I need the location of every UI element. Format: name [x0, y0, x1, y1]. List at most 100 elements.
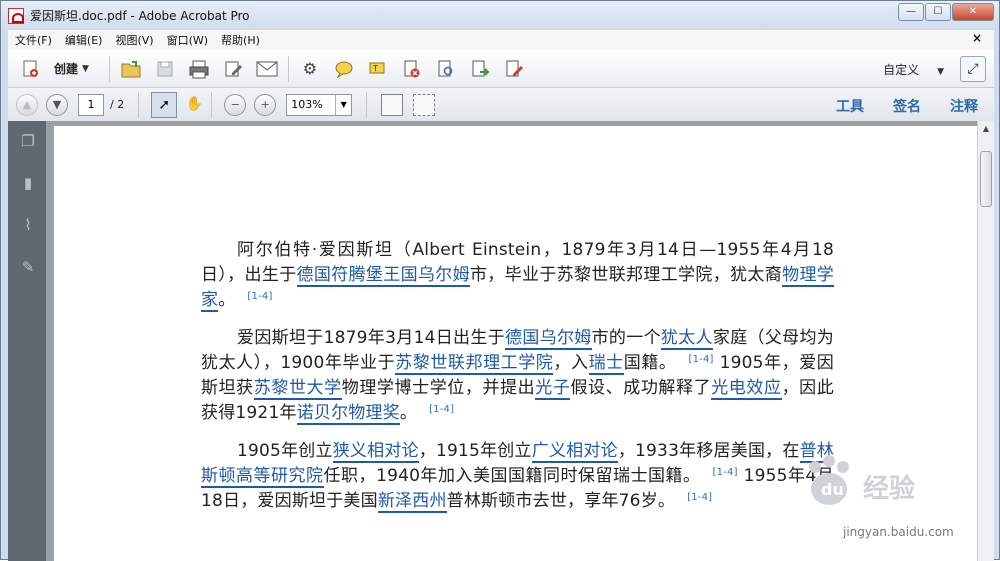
page-number-input[interactable]: 1: [78, 93, 104, 116]
fit-width-icon[interactable]: [413, 93, 436, 116]
gear-icon[interactable]: ⚙: [299, 58, 321, 80]
search-document-icon[interactable]: [435, 58, 457, 80]
toolbar-divider: [366, 91, 368, 118]
hyperlink[interactable]: 光电效应: [711, 378, 782, 400]
navigation-sidebar: ❐ ▮ ⌇ ✎: [8, 121, 46, 561]
menu-file[interactable]: 文件(F): [15, 32, 52, 48]
svg-text:du: du: [821, 480, 844, 499]
watermark-url: jingyan.baidu.com: [843, 525, 954, 539]
body-text: 任职，1940年加入美国国籍同时保留瑞士国籍。: [323, 466, 701, 486]
menu-window[interactable]: 窗口(W): [167, 32, 208, 48]
menu-help[interactable]: 帮助(H): [221, 32, 260, 48]
edit-document-icon[interactable]: [222, 58, 244, 80]
body-text: 假设、成功解释了: [570, 378, 712, 398]
next-page-button[interactable]: ▼: [46, 93, 68, 116]
hyperlink[interactable]: 犹太人: [660, 328, 713, 350]
menu-edit[interactable]: 编辑(E): [65, 32, 103, 48]
highlight-text-icon[interactable]: T: [367, 58, 389, 80]
tab-comment[interactable]: 注释: [950, 96, 978, 116]
create-label: 创建: [54, 62, 79, 76]
body-text: 爱因斯坦于1879年3月14日出生于: [237, 328, 505, 348]
body-text: 市，毕业于苏黎世联邦理工学院，犹太裔: [469, 265, 783, 285]
hyperlink[interactable]: 光子: [535, 378, 571, 400]
paragraph-1: 阿尔伯特·爱因斯坦（Albert Einstein，1879年3月14日—195…: [201, 238, 834, 313]
bookmark-icon[interactable]: ▮: [18, 173, 38, 193]
page-thumbnails-icon[interactable]: ❐: [18, 131, 38, 151]
svg-text:T: T: [372, 64, 378, 73]
delete-page-icon[interactable]: [401, 58, 423, 80]
page-total: / 2: [110, 98, 125, 111]
hyperlink[interactable]: 苏黎世大学: [253, 378, 342, 400]
toolbar-divider: [138, 91, 140, 118]
toolbar-divider: [211, 91, 213, 118]
body-text: 。: [218, 290, 236, 310]
close-window-button[interactable]: ✕: [952, 3, 994, 21]
citation-link[interactable]: [1-4]: [429, 404, 454, 415]
body-text: 市的一个: [591, 328, 661, 348]
window-controls: — ☐ ✕: [897, 3, 994, 21]
tab-tools[interactable]: 工具: [836, 96, 864, 116]
hyperlink[interactable]: 新泽西州: [377, 491, 447, 513]
baidu-watermark-logo: du 经验: [793, 445, 973, 515]
select-tool-icon[interactable]: ➚: [151, 91, 178, 118]
body-text: 1905年创立: [237, 441, 333, 461]
pdf-app-icon: [8, 7, 24, 24]
expand-icon[interactable]: ⤢: [960, 56, 986, 82]
maximize-button[interactable]: ☐: [925, 3, 951, 21]
body-text: ，1933年移居美国，在: [617, 441, 800, 461]
menu-view[interactable]: 视图(V): [115, 32, 153, 48]
chevron-down-icon: ▼: [937, 67, 944, 77]
hyperlink[interactable]: 狭义相对论: [332, 441, 419, 463]
acrobat-window: 爱因斯坦.doc.pdf - Adobe Acrobat Pro — ☐ ✕ 文…: [0, 0, 1000, 561]
scroll-up-icon[interactable]: ▲: [978, 121, 994, 137]
customize-label: 自定义: [883, 63, 920, 77]
hyperlink[interactable]: 广义相对论: [531, 441, 618, 463]
citation-link[interactable]: [1-4]: [713, 467, 738, 478]
export-icon[interactable]: [469, 58, 491, 80]
citation-link[interactable]: [1-4]: [687, 492, 712, 503]
chevron-down-icon: ▼: [82, 63, 89, 74]
body-text: 国籍。: [623, 353, 677, 373]
svg-text:经验: 经验: [863, 473, 915, 504]
hyperlink[interactable]: 瑞士: [588, 353, 624, 375]
toolbar-divider: [287, 55, 289, 82]
attachment-icon[interactable]: ⌇: [18, 215, 38, 235]
body-text: 物理学博士学位，并提出: [341, 378, 536, 398]
vertical-scrollbar[interactable]: ▲: [977, 121, 994, 561]
zoom-out-button[interactable]: −: [224, 93, 247, 116]
customize-dropdown[interactable]: 自定义 ▼: [883, 61, 944, 78]
citation-link[interactable]: [1-4]: [689, 354, 714, 365]
create-button[interactable]: 创建 ▼: [14, 58, 89, 80]
body-text: 普林斯顿市去世，享年76岁。: [446, 491, 676, 511]
previous-page-button[interactable]: ▲: [16, 93, 38, 116]
pane-tabs: 工具 签名 注释: [807, 96, 978, 116]
toolbar-divider: [108, 55, 110, 82]
hand-tool-icon[interactable]: ✋: [181, 92, 207, 118]
hyperlink[interactable]: 德国乌尔姆: [505, 328, 592, 350]
open-folder-icon[interactable]: [120, 58, 142, 80]
save-icon[interactable]: [154, 58, 176, 80]
minimize-button[interactable]: —: [898, 3, 924, 21]
zoom-in-button[interactable]: +: [254, 93, 277, 116]
comment-bubble-icon[interactable]: [333, 58, 355, 80]
scrollbar-thumb[interactable]: [980, 151, 992, 207]
paragraph-2: 爱因斯坦于1879年3月14日出生于德国乌尔姆市的一个犹太人家庭（父母均为犹太人…: [201, 326, 834, 426]
sign-document-icon[interactable]: [503, 58, 525, 80]
chevron-down-icon: ▼: [335, 94, 351, 115]
citation-link[interactable]: [1-4]: [247, 291, 272, 302]
hyperlink[interactable]: 诺贝尔物理奖: [296, 403, 400, 425]
navigation-toolbar: ▲ ▼ 1 / 2 ➚ ✋ − + 103% ▼ 工具 签名 注释: [8, 88, 994, 121]
tab-sign[interactable]: 签名: [893, 96, 921, 116]
hyperlink[interactable]: 苏黎世联邦理工学院: [395, 353, 554, 375]
body-text: ，入: [553, 353, 589, 373]
email-icon[interactable]: [256, 58, 278, 80]
signature-icon[interactable]: ✎: [18, 257, 38, 277]
window-title: 爱因斯坦.doc.pdf - Adobe Acrobat Pro: [30, 9, 250, 23]
paragraph-3: 1905年创立狭义相对论，1915年创立广义相对论，1933年移居美国，在普林斯…: [201, 439, 835, 514]
close-document-button[interactable]: ×: [972, 31, 982, 45]
print-icon[interactable]: [188, 58, 210, 80]
title-bar: 爱因斯坦.doc.pdf - Adobe Acrobat Pro — ☐ ✕: [1, 1, 999, 30]
hyperlink[interactable]: 德国符腾堡王国乌尔姆: [296, 265, 470, 287]
zoom-select[interactable]: 103% ▼: [286, 93, 353, 116]
fit-page-icon[interactable]: [381, 93, 404, 116]
